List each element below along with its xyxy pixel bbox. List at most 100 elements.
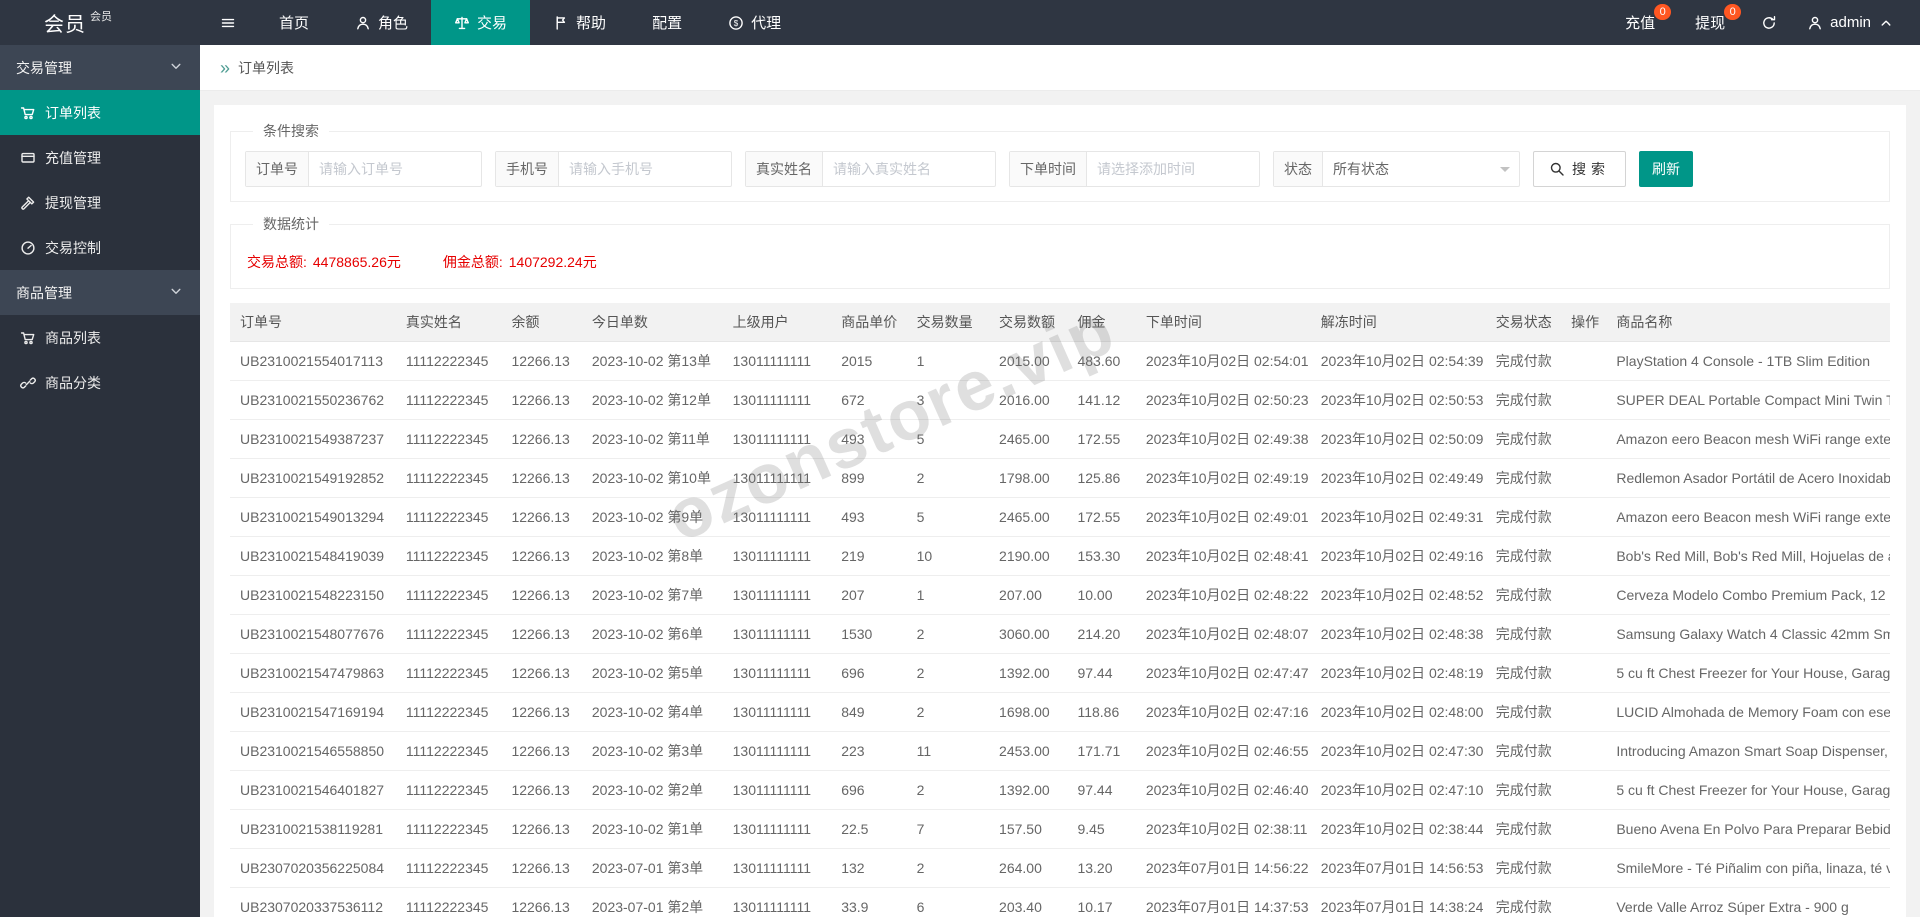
table-cell: 5 cu ft Chest Freezer for Your House, Ga… xyxy=(1606,770,1890,810)
caret-down-icon xyxy=(1500,167,1510,177)
table-cell: 2465.00 xyxy=(989,497,1068,537)
table-cell: UB2310021549387237 xyxy=(230,419,396,459)
table-cell: 141.12 xyxy=(1067,380,1136,420)
username: admin xyxy=(1830,14,1871,31)
chevron-down-icon xyxy=(168,283,184,299)
orders-table: 订单号 真实姓名 余额 今日单数 上级用户 商品单价 交易数量 交易数额 佣金 下单时间 解冻时间交… xyxy=(230,303,1890,917)
recharge-button[interactable]: 充值 0 xyxy=(1605,0,1675,45)
table-row: UB2310021546401827 11112222345 12266.13 202… xyxy=(230,770,1890,810)
sidebar-section-product-management[interactable]: 商品管理 xyxy=(0,270,200,315)
hamburger-icon[interactable] xyxy=(200,0,256,45)
table-cell: 完成付款 xyxy=(1485,848,1562,888)
table-cell: 12266.13 xyxy=(501,653,582,693)
table-cell: 12266.13 xyxy=(501,887,582,917)
app-root: 会员 会员 首页 角色 交易 帮助 配置 $ 代理 充值 0 提现 0 admin 交易管理… xyxy=(0,0,1920,917)
sidebar-item-label: 提现管理 xyxy=(45,194,101,211)
brand-logo[interactable]: 会员 会员 xyxy=(0,0,200,45)
withdraw-label: 提现 xyxy=(1695,15,1726,32)
table-cell: UB2310021550236762 xyxy=(230,380,396,420)
nav-item-trade[interactable]: 交易 xyxy=(431,0,531,45)
table-cell: 完成付款 xyxy=(1485,419,1562,459)
table-cell: 2453.00 xyxy=(989,731,1068,771)
nav-item-roles[interactable]: 角色 xyxy=(332,0,431,45)
sidebar-item-product-list[interactable]: 商品列表 xyxy=(0,315,200,360)
table-cell: 5 cu ft Chest Freezer for Your House, Ga… xyxy=(1606,653,1890,693)
table-cell: 13011111111 xyxy=(722,575,832,615)
search-fieldset: 条件搜索 订单号 手机号 真实姓名 下单时间 状态 所有状态 搜索 xyxy=(230,121,1890,202)
table-cell: 完成付款 xyxy=(1485,380,1562,420)
top-navbar: 会员 会员 首页 角色 交易 帮助 配置 $ 代理 充值 0 提现 0 admin xyxy=(0,0,1920,45)
table-cell: 11112222345 xyxy=(395,497,502,537)
nav-item-help[interactable]: 帮助 xyxy=(530,0,629,45)
table-cell: UB2310021548077676 xyxy=(230,614,396,654)
person-icon xyxy=(1807,15,1823,31)
sidebar-section-transaction-management[interactable]: 交易管理 xyxy=(0,45,200,90)
user-menu[interactable]: admin xyxy=(1793,0,1920,45)
sidebar-item-order-list[interactable]: 订单列表 xyxy=(0,90,200,135)
order-time-label: 下单时间 xyxy=(1010,152,1087,186)
table-cell: 12266.13 xyxy=(501,341,582,381)
phone-input[interactable] xyxy=(559,152,731,186)
sidebar-item-transaction-control[interactable]: 交易控制 xyxy=(0,225,200,270)
table-cell xyxy=(1561,380,1607,420)
search-button[interactable]: 搜索 xyxy=(1533,151,1626,187)
nav-item-home[interactable]: 首页 xyxy=(256,0,332,45)
table-cell: 11112222345 xyxy=(395,575,502,615)
table-cell: 22.5 xyxy=(831,809,907,849)
sidebar-item-product-category[interactable]: 商品分类 xyxy=(0,360,200,405)
order-time-input[interactable] xyxy=(1087,152,1259,186)
table-cell xyxy=(1561,848,1607,888)
nav-item-agent[interactable]: $ 代理 xyxy=(705,0,804,45)
table-cell: 672 xyxy=(831,380,907,420)
table-cell: UB2310021547479863 xyxy=(230,653,396,693)
status-select[interactable]: 所有状态 xyxy=(1323,152,1519,186)
table-cell: 13011111111 xyxy=(722,614,832,654)
refresh-button[interactable]: 刷新 xyxy=(1639,151,1693,187)
cart-icon xyxy=(20,330,36,346)
table-cell: 11112222345 xyxy=(395,809,502,849)
withdraw-button[interactable]: 提现 0 xyxy=(1675,0,1745,45)
table-cell xyxy=(1561,653,1607,693)
table-cell: 11 xyxy=(906,731,990,771)
order-no-input[interactable] xyxy=(309,152,481,186)
table-cell: 2023年10月02日 02:48:41 xyxy=(1135,536,1311,576)
table-row: UB2310021548419039 11112222345 12266.13 202… xyxy=(230,536,1890,576)
table-cell: 2023-10-02 第6单 xyxy=(581,614,723,654)
table-cell: PlayStation 4 Console - 1TB Slim Edition xyxy=(1606,341,1890,381)
nav-item-config[interactable]: 配置 xyxy=(629,0,705,45)
withdraw-badge: 0 xyxy=(1724,4,1742,20)
table-cell: UB2310021547169194 xyxy=(230,692,396,732)
table-cell: 11112222345 xyxy=(395,341,502,381)
table-cell: 3 xyxy=(906,380,990,420)
table-cell: 完成付款 xyxy=(1485,497,1562,537)
sidebar-item-withdraw-management[interactable]: 提现管理 xyxy=(0,180,200,225)
table-cell: 223 xyxy=(831,731,907,771)
brand-subtitle: 会员 xyxy=(90,10,112,23)
svg-text:$: $ xyxy=(734,19,739,28)
content-card: 条件搜索 订单号手机号真实姓名下单时间 状态 所有状态 搜索 xyxy=(214,105,1906,917)
table-cell: 2023年07月01日 14:56:22 xyxy=(1135,848,1311,888)
table-cell: 2023-10-02 第7单 xyxy=(581,575,723,615)
table-cell: 2023年10月02日 02:48:52 xyxy=(1310,575,1486,615)
table-cell: 2023年10月02日 02:54:01 xyxy=(1135,341,1311,381)
table-cell: SmileMore - Té Piñalim con piña, linaza,… xyxy=(1606,848,1890,888)
table-cell: 13011111111 xyxy=(722,341,832,381)
table-cell: 2023年10月02日 02:38:11 xyxy=(1135,809,1311,849)
table-cell: 132 xyxy=(831,848,907,888)
refresh-icon[interactable] xyxy=(1745,0,1793,45)
table-cell xyxy=(1561,731,1607,771)
sidebar-item-recharge-management[interactable]: 充值管理 xyxy=(0,135,200,180)
real-name-input[interactable] xyxy=(823,152,995,186)
table-cell: 12266.13 xyxy=(501,731,582,771)
table-cell: UB2310021546401827 xyxy=(230,770,396,810)
table-cell: 11112222345 xyxy=(395,731,502,771)
real-name-field: 真实姓名 xyxy=(745,151,996,187)
table-cell: 1698.00 xyxy=(989,692,1068,732)
column-header: 今日单数 xyxy=(581,303,723,342)
table-cell: 完成付款 xyxy=(1485,458,1562,498)
table-cell: 2023年10月02日 02:46:40 xyxy=(1135,770,1311,810)
brand-title: 会员 xyxy=(44,14,86,36)
table-cell: 2023年10月02日 02:48:22 xyxy=(1135,575,1311,615)
table-cell: 2023年10月02日 02:47:47 xyxy=(1135,653,1311,693)
table-cell: 5 xyxy=(906,419,990,459)
